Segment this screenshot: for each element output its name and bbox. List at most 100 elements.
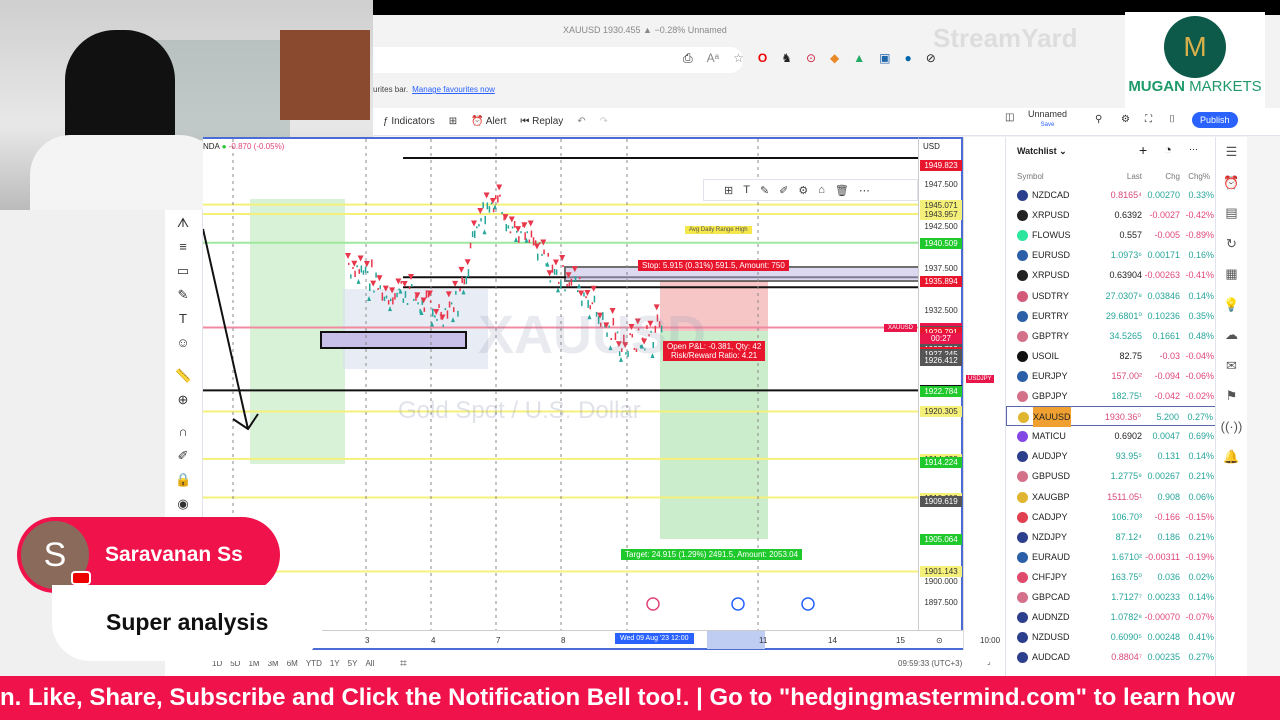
watchlist-row[interactable]: EURJPY 157.00² -0.094 -0.06%: [1006, 366, 1216, 386]
manage-favourites-link[interactable]: Manage favourites now: [412, 85, 495, 94]
pattern-tool-icon[interactable]: ᗑ: [175, 215, 191, 231]
layout-icon[interactable]: ◫: [1005, 112, 1014, 123]
watchlist-row[interactable]: AUDCAD 0.8804⁷ 0.00235 0.27%: [1006, 647, 1216, 667]
more-icon[interactable]: ⋯: [1189, 144, 1198, 155]
watchlist-row[interactable]: XRPUSD 0.63904 -0.00263 -0.41%: [1006, 265, 1216, 285]
watchlist-row[interactable]: XAUUSD 1930.36⁰ 5.200 0.27%: [1006, 406, 1216, 428]
watchlist-row[interactable]: FLOWUS 0.557 -0.005 -0.89%: [1006, 225, 1216, 245]
calendar-icon[interactable]: ▦: [1216, 259, 1247, 290]
watchlist-row[interactable]: NZDJPY 87.12⁴ 0.186 0.21%: [1006, 527, 1216, 547]
ideas-icon[interactable]: 💡: [1216, 290, 1247, 321]
pine-icon[interactable]: ⚑: [1216, 381, 1247, 412]
stop-label[interactable]: Stop: 5.915 (0.31%) 591.5, Amount: 750: [638, 260, 789, 271]
hotlists-icon[interactable]: ↻: [1216, 229, 1247, 260]
opera-icon[interactable]: O: [758, 51, 767, 66]
watchlist-row[interactable]: GBPJPY 182.75¹ -0.042 -0.02%: [1006, 386, 1216, 406]
maximize-icon[interactable]: ⌟: [987, 657, 991, 666]
axis-settings-icon[interactable]: ⊙: [936, 636, 943, 645]
alert-button[interactable]: ⏰ Alert: [471, 116, 506, 127]
watchlist-row[interactable]: AUDJPY 93.95⁵ 0.131 0.14%: [1006, 446, 1216, 466]
watchlist-row[interactable]: USDTRY 27.0307⁸ 0.03846 0.14%: [1006, 286, 1216, 306]
extension-icon[interactable]: ▣: [879, 51, 890, 66]
watchlist-row[interactable]: EURUSD 1.0973⁶ 0.00171 0.16%: [1006, 245, 1216, 265]
watchlist-row[interactable]: NZDUSD 0.6090⁵ 0.00248 0.41%: [1006, 627, 1216, 647]
extension-icon[interactable]: ♞: [781, 51, 792, 66]
magnet-icon[interactable]: ∩: [175, 424, 191, 440]
text-icon[interactable]: T: [743, 184, 750, 196]
col-last[interactable]: Last: [1127, 167, 1142, 187]
publish-button[interactable]: Publish: [1192, 112, 1238, 128]
fullscreen-icon[interactable]: ⛶: [1145, 114, 1152, 125]
ruler-tool-icon[interactable]: 📏: [175, 368, 191, 384]
metamask-icon[interactable]: ◆: [830, 51, 839, 66]
redo-icon[interactable]: ↷: [600, 116, 608, 127]
streams-icon[interactable]: ((·)): [1216, 412, 1247, 443]
template-icon[interactable]: ⊞: [724, 184, 733, 197]
delete-icon[interactable]: 🗑: [835, 184, 849, 197]
range-ytd[interactable]: YTD: [306, 659, 322, 668]
extension-icon[interactable]: ▲: [853, 51, 865, 66]
templates-icon[interactable]: ⊞: [449, 116, 457, 127]
price-axis[interactable]: USD 1949.823 1947.500 1945.071 1943.957 1942…: [918, 137, 963, 630]
range-5y[interactable]: 5Y: [348, 659, 358, 668]
watchlist-row[interactable]: CHFJPY 163.75⁰ 0.036 0.02%: [1006, 567, 1216, 587]
camera-icon[interactable]: ⌷: [1169, 114, 1175, 125]
watchlist-title[interactable]: Watchlist ⌄: [1017, 146, 1067, 157]
target-label[interactable]: Target: 24.915 (1.29%) 2491.5, Amount: 2…: [621, 549, 803, 560]
watchlist-icon[interactable]: ☰: [1216, 137, 1247, 168]
notifications-icon[interactable]: ✉: [1216, 351, 1247, 382]
read-aloud-icon[interactable]: Aᵃ: [707, 51, 719, 66]
rectangle-tool-icon[interactable]: ▭: [175, 263, 191, 279]
settings-icon[interactable]: ⚙: [798, 184, 808, 197]
watchlist-row[interactable]: GBPUSD 1.2775⁹ 0.00267 0.21%: [1006, 466, 1216, 486]
quick-search-icon[interactable]: ⚲: [1095, 114, 1102, 125]
pnl-label[interactable]: Open P&L: -0.381, Qty: 42 Risk/Reward Rat…: [663, 341, 766, 361]
fill-color-icon[interactable]: ✐: [779, 184, 788, 197]
watchlist-row[interactable]: XRPUSD 0.6392 -0.0027 -0.42%: [1006, 205, 1216, 225]
layout-name-button[interactable]: Unnamed Save: [1028, 110, 1067, 130]
watchlist-row[interactable]: MATICU 0.6902 0.0047 0.69%: [1006, 426, 1216, 446]
lock-icon[interactable]: ⌂: [818, 184, 825, 196]
replay-button[interactable]: ⏮ Replay: [520, 116, 563, 127]
range-all[interactable]: All: [365, 659, 374, 668]
undo-icon[interactable]: ↶: [577, 116, 585, 127]
data-window-icon[interactable]: ▤: [1216, 198, 1247, 229]
lock-drawings-icon[interactable]: ✐: [175, 448, 191, 464]
clock[interactable]: 09:59:33 (UTC+3): [898, 659, 962, 668]
star-icon[interactable]: ☆: [733, 51, 744, 66]
tab-title[interactable]: XAUUSD 1930.455 ▲ −0.28% Unnamed: [563, 25, 727, 35]
range-1y[interactable]: 1Y: [330, 659, 340, 668]
lock-icon[interactable]: 🔒: [175, 472, 191, 488]
advanced-view-icon[interactable]: ◔: [1164, 142, 1172, 157]
date-range-icon[interactable]: ⌗: [400, 656, 407, 671]
extension-icon[interactable]: ●: [904, 51, 911, 66]
watchlist-row[interactable]: EURTRY 29.6801⁰ 0.10236 0.35%: [1006, 306, 1216, 326]
brush-tool-icon[interactable]: ✎: [175, 287, 191, 303]
watchlist-row[interactable]: NZDCAD 0.8165⁴ 0.00270 0.33%: [1006, 185, 1216, 205]
alerts-icon[interactable]: ⏰: [1216, 168, 1247, 199]
eye-icon[interactable]: ◉: [175, 496, 191, 512]
watchlist-row[interactable]: CADJPY 106.70³ -0.166 -0.15%: [1006, 507, 1216, 527]
chart-pane[interactable]: NDA ● -0.870 (-0.05%) XAUUSD Gold Spot /…: [203, 137, 918, 630]
reader-icon[interactable]: ⎙: [683, 51, 693, 66]
chart-canvas[interactable]: [203, 139, 918, 630]
watchlist-row[interactable]: AUDNZD 1.0782⁸ -0.00070 -0.07%: [1006, 607, 1216, 627]
watchlist-row[interactable]: EURAUD 1.6710² -0.00311 -0.19%: [1006, 547, 1216, 567]
zoom-tool-icon[interactable]: ⊕: [175, 392, 191, 408]
extension-icon[interactable]: ⊘: [926, 51, 936, 66]
download-icon[interactable]: ⊙: [806, 51, 816, 66]
currency-select[interactable]: USD: [923, 142, 940, 151]
bell-icon[interactable]: 🔔: [1216, 442, 1247, 473]
col-chg[interactable]: Chg: [1165, 167, 1180, 187]
emoji-tool-icon[interactable]: ☺: [175, 335, 191, 351]
more-icon[interactable]: ⋯: [859, 184, 870, 197]
chat-icon[interactable]: ☁: [1216, 320, 1247, 351]
col-symbol[interactable]: Symbol: [1017, 167, 1044, 187]
watchlist-row[interactable]: XAUGBP 1511.05¹ 0.908 0.06%: [1006, 487, 1216, 507]
watchlist-row[interactable]: GBPTRY 34.5265 0.1661 0.48%: [1006, 326, 1216, 346]
watchlist-row[interactable]: GBPCAD 1.7127⁷ 0.00233 0.14%: [1006, 587, 1216, 607]
line-color-icon[interactable]: ✎: [760, 184, 769, 197]
col-chg-pct[interactable]: Chg%: [1188, 167, 1210, 187]
settings-icon[interactable]: ⚙: [1121, 114, 1130, 125]
fib-tool-icon[interactable]: ≡: [175, 239, 191, 255]
